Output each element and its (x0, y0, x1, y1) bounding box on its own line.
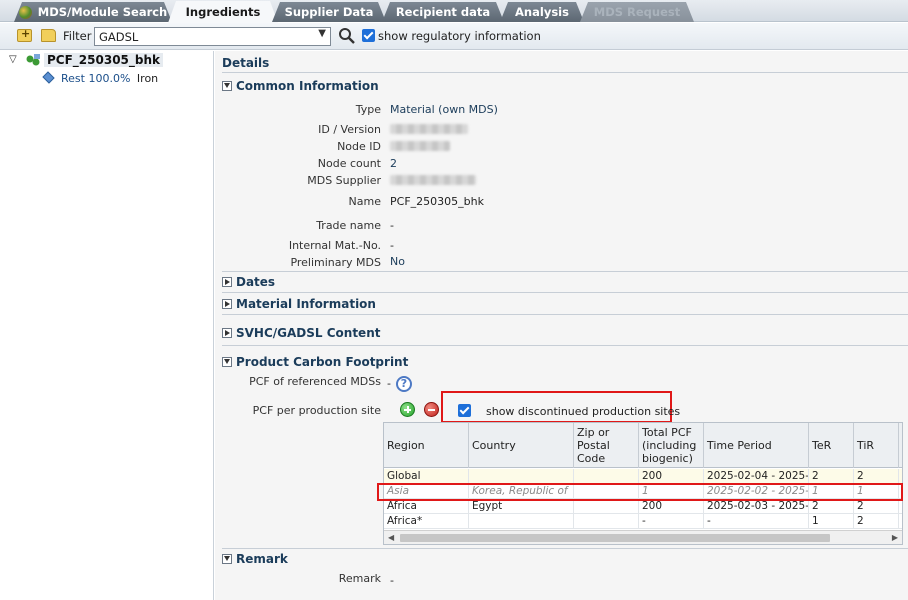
trade-name-label: Trade name (316, 219, 381, 232)
substance-icon (42, 71, 55, 84)
tab-ingredients[interactable]: Ingredients (168, 1, 278, 23)
preliminary-mds-label: Preliminary MDS (290, 256, 381, 269)
tree-root-node[interactable]: PCF_250305_bhk (44, 53, 164, 67)
table-row[interactable]: Africa* - - 1 2 (384, 514, 902, 529)
mds-supplier-label: MDS Supplier (307, 174, 381, 187)
remark-label: Remark (338, 572, 381, 585)
details-title: Details (222, 56, 270, 70)
expand-toggle-icon[interactable] (222, 328, 232, 338)
type-value: Material (own MDS) (390, 103, 498, 116)
filter-select[interactable]: GADSL ▼ (94, 27, 331, 46)
preliminary-mds-value: No (390, 255, 405, 268)
tab-recipient-data[interactable]: Recipient data (382, 2, 504, 22)
open-folder-icon[interactable] (41, 29, 56, 42)
column-header-region[interactable]: Region (384, 423, 469, 468)
name-value: PCF_250305_bhk (390, 195, 484, 208)
remark-value: - (390, 574, 394, 587)
type-label: Type (355, 103, 381, 116)
expand-toggle-icon[interactable] (222, 299, 232, 309)
section-dates[interactable]: Dates (222, 275, 275, 289)
table-row[interactable]: Global 200 2025-02-04 - 2025-0... 2 2 (384, 469, 902, 484)
details-panel: Details Common Information Type Material… (215, 51, 908, 600)
show-discontinued-label: show discontinued production sites (486, 405, 681, 418)
name-label: Name (348, 195, 381, 208)
horizontal-scrollbar[interactable]: ◀ ▶ (384, 530, 902, 544)
column-header-country[interactable]: Country (469, 423, 574, 468)
column-header-time-period[interactable]: Time Period (704, 423, 809, 468)
column-header-ter[interactable]: TeR (809, 423, 854, 468)
highlight-box-discontinued-row (377, 483, 903, 501)
table-header: Region Country Zip or Postal Code Total … (384, 423, 902, 468)
divider (222, 72, 908, 73)
scrollbar-thumb[interactable] (400, 534, 830, 542)
tab-supplier-data[interactable]: Supplier Data (272, 2, 386, 22)
section-product-carbon-footprint[interactable]: Product Carbon Footprint (222, 355, 408, 369)
pcf-per-site-label: PCF per production site (252, 404, 381, 417)
scroll-left-icon[interactable]: ◀ (388, 533, 394, 542)
expand-toggle-icon[interactable] (222, 81, 232, 91)
section-material-information[interactable]: Material Information (222, 297, 376, 311)
show-discontinued-checkbox[interactable] (458, 404, 471, 417)
section-remark[interactable]: Remark (222, 552, 288, 566)
section-svhc-gadsl-content[interactable]: SVHC/GADSL Content (222, 326, 380, 340)
internal-mat-value: - (390, 239, 394, 252)
tree-collapse-icon[interactable]: ▽ (9, 54, 17, 65)
tab-bar: MDS/Module Search Ingredients Supplier D… (0, 0, 908, 22)
tree-leaf-node[interactable]: Rest 100.0% Iron (61, 72, 158, 85)
mds-supplier-value-redacted (390, 175, 476, 185)
chevron-down-icon: ▼ (318, 28, 326, 39)
expand-toggle-icon[interactable] (222, 554, 232, 564)
scroll-right-icon[interactable]: ▶ (892, 533, 898, 542)
section-common-information[interactable]: Common Information (222, 79, 379, 93)
expand-toggle-icon[interactable] (222, 277, 232, 287)
table-row[interactable]: Africa Egypt 200 2025-02-03 - 2025-0... … (384, 499, 902, 514)
new-folder-icon[interactable] (17, 27, 32, 42)
node-count-label: Node count (317, 157, 381, 170)
tab-analysis[interactable]: Analysis (500, 2, 584, 22)
pcf-referenced-value: - (387, 377, 391, 390)
pcf-referenced-label: PCF of referenced MDSs (249, 375, 381, 388)
remove-production-site-icon[interactable] (424, 402, 439, 417)
help-icon[interactable]: ? (396, 376, 412, 392)
ingredient-tree: ▽ PCF_250305_bhk Rest 100.0% Iron (0, 51, 214, 600)
node-id-label: Node ID (337, 140, 381, 153)
globe-icon (19, 6, 32, 19)
material-node-icon (26, 54, 40, 66)
node-id-value-redacted (390, 141, 450, 151)
internal-mat-label: Internal Mat.-No. (288, 239, 381, 252)
column-header-tir[interactable]: TiR (854, 423, 899, 468)
filter-label: Filter (63, 29, 92, 43)
column-header-zip[interactable]: Zip or Postal Code (574, 423, 639, 468)
trade-name-value: - (390, 219, 394, 232)
show-regulatory-label: show regulatory information (378, 29, 541, 43)
add-production-site-icon[interactable] (400, 402, 415, 417)
show-regulatory-checkbox[interactable] (362, 29, 375, 42)
column-header-total-pcf[interactable]: Total PCF (including biogenic) (639, 423, 704, 468)
node-count-value: 2 (390, 157, 397, 170)
tab-mds-request: MDS Request (580, 2, 694, 22)
tab-mds-module-search[interactable]: MDS/Module Search (14, 2, 172, 22)
search-icon[interactable] (338, 27, 356, 45)
id-version-value-redacted (390, 124, 468, 134)
expand-toggle-icon[interactable] (222, 357, 232, 367)
id-version-label: ID / Version (318, 123, 381, 136)
filter-toolbar: Filter GADSL ▼ show regulatory informati… (0, 23, 908, 50)
